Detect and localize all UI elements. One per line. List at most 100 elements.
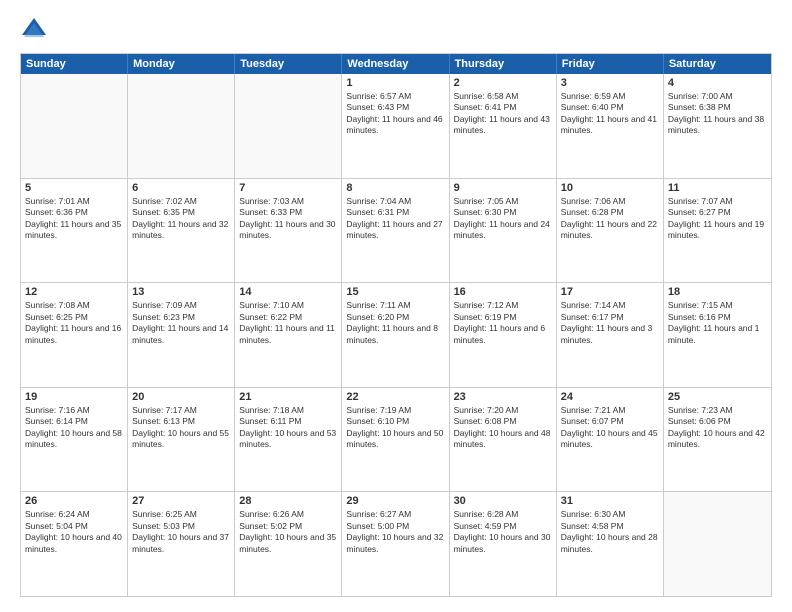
cell-info: Sunrise: 6:57 AM Sunset: 6:43 PM Dayligh… [346, 91, 444, 137]
calendar-cell: 10 Sunrise: 7:06 AM Sunset: 6:28 PM Dayli… [557, 179, 664, 283]
calendar-cell: 15 Sunrise: 7:11 AM Sunset: 6:20 PM Dayli… [342, 283, 449, 387]
cell-info: Sunrise: 6:27 AM Sunset: 5:00 PM Dayligh… [346, 509, 444, 555]
calendar-cell [128, 74, 235, 178]
calendar-cell: 3 Sunrise: 6:59 AM Sunset: 6:40 PM Daylig… [557, 74, 664, 178]
cell-info: Sunrise: 7:16 AM Sunset: 6:14 PM Dayligh… [25, 405, 123, 451]
cell-date: 22 [346, 391, 444, 403]
cell-info: Sunrise: 7:23 AM Sunset: 6:06 PM Dayligh… [668, 405, 767, 451]
calendar-cell: 17 Sunrise: 7:14 AM Sunset: 6:17 PM Dayli… [557, 283, 664, 387]
calendar-cell: 2 Sunrise: 6:58 AM Sunset: 6:41 PM Daylig… [450, 74, 557, 178]
cell-info: Sunrise: 6:30 AM Sunset: 4:58 PM Dayligh… [561, 509, 659, 555]
cell-info: Sunrise: 7:14 AM Sunset: 6:17 PM Dayligh… [561, 300, 659, 346]
calendar-cell: 4 Sunrise: 7:00 AM Sunset: 6:38 PM Daylig… [664, 74, 771, 178]
cell-date: 3 [561, 77, 659, 89]
week-5: 26 Sunrise: 6:24 AM Sunset: 5:04 PM Dayli… [21, 491, 771, 596]
cell-info: Sunrise: 7:08 AM Sunset: 6:25 PM Dayligh… [25, 300, 123, 346]
cell-date: 16 [454, 286, 552, 298]
cell-date: 30 [454, 495, 552, 507]
cell-date: 24 [561, 391, 659, 403]
calendar-cell: 19 Sunrise: 7:16 AM Sunset: 6:14 PM Dayli… [21, 388, 128, 492]
calendar-cell: 23Sunrise: 7:20 AM Sunset: 6:08 PM Dayli… [450, 388, 557, 492]
cell-date: 13 [132, 286, 230, 298]
cell-date: 17 [561, 286, 659, 298]
logo [20, 15, 52, 43]
day-header-sunday: Sunday [21, 54, 128, 74]
cell-info: Sunrise: 6:25 AM Sunset: 5:03 PM Dayligh… [132, 509, 230, 555]
cell-date: 25 [668, 391, 767, 403]
cell-date: 27 [132, 495, 230, 507]
calendar-cell: 1 Sunrise: 6:57 AM Sunset: 6:43 PM Daylig… [342, 74, 449, 178]
cell-date: 7 [239, 182, 337, 194]
cell-info: Sunrise: 7:18 AM Sunset: 6:11 PM Dayligh… [239, 405, 337, 451]
calendar-cell: 20 Sunrise: 7:17 AM Sunset: 6:13 PM Dayli… [128, 388, 235, 492]
cell-date: 2 [454, 77, 552, 89]
day-header-friday: Friday [557, 54, 664, 74]
cell-date: 15 [346, 286, 444, 298]
calendar-cell: 13 Sunrise: 7:09 AM Sunset: 6:23 PM Dayli… [128, 283, 235, 387]
cell-date: 29 [346, 495, 444, 507]
cell-info: Sunrise: 7:01 AM Sunset: 6:36 PM Dayligh… [25, 196, 123, 242]
cell-date: 10 [561, 182, 659, 194]
week-2: 5 Sunrise: 7:01 AM Sunset: 6:36 PM Daylig… [21, 178, 771, 283]
cell-info: Sunrise: 7:17 AM Sunset: 6:13 PM Dayligh… [132, 405, 230, 451]
calendar-cell: 7 Sunrise: 7:03 AM Sunset: 6:33 PM Daylig… [235, 179, 342, 283]
page: SundayMondayTuesdayWednesdayThursdayFrid… [0, 0, 792, 612]
day-header-thursday: Thursday [450, 54, 557, 74]
cell-info: Sunrise: 7:11 AM Sunset: 6:20 PM Dayligh… [346, 300, 444, 346]
cell-date: 4 [668, 77, 767, 89]
cell-date: 5 [25, 182, 123, 194]
cell-info: Sunrise: 7:03 AM Sunset: 6:33 PM Dayligh… [239, 196, 337, 242]
cell-date: 20 [132, 391, 230, 403]
week-3: 12 Sunrise: 7:08 AM Sunset: 6:25 PM Dayli… [21, 282, 771, 387]
cell-info: Sunrise: 6:58 AM Sunset: 6:41 PM Dayligh… [454, 91, 552, 137]
calendar-cell: 26 Sunrise: 6:24 AM Sunset: 5:04 PM Dayli… [21, 492, 128, 596]
cell-date: 12 [25, 286, 123, 298]
day-header-saturday: Saturday [664, 54, 771, 74]
day-header-tuesday: Tuesday [235, 54, 342, 74]
cell-info: Sunrise: 6:28 AM Sunset: 4:59 PM Dayligh… [454, 509, 552, 555]
calendar-cell: 22Sunrise: 7:19 AM Sunset: 6:10 PM Dayli… [342, 388, 449, 492]
cell-date: 6 [132, 182, 230, 194]
cell-info: Sunrise: 7:21 AM Sunset: 6:07 PM Dayligh… [561, 405, 659, 451]
week-1: 1 Sunrise: 6:57 AM Sunset: 6:43 PM Daylig… [21, 74, 771, 178]
calendar-cell: 31 Sunrise: 6:30 AM Sunset: 4:58 PM Dayli… [557, 492, 664, 596]
logo-icon [20, 15, 48, 43]
calendar-cell [235, 74, 342, 178]
calendar-cell: 29 Sunrise: 6:27 AM Sunset: 5:00 PM Dayli… [342, 492, 449, 596]
header [20, 15, 772, 43]
cell-date: 21 [239, 391, 337, 403]
calendar-cell: 12 Sunrise: 7:08 AM Sunset: 6:25 PM Dayli… [21, 283, 128, 387]
weeks: 1 Sunrise: 6:57 AM Sunset: 6:43 PM Daylig… [21, 74, 771, 596]
calendar-cell: 21 Sunrise: 7:18 AM Sunset: 6:11 PM Dayli… [235, 388, 342, 492]
calendar-cell: 14 Sunrise: 7:10 AM Sunset: 6:22 PM Dayli… [235, 283, 342, 387]
cell-info: Sunrise: 7:10 AM Sunset: 6:22 PM Dayligh… [239, 300, 337, 346]
cell-info: Sunrise: 7:02 AM Sunset: 6:35 PM Dayligh… [132, 196, 230, 242]
calendar-cell: 16 Sunrise: 7:12 AM Sunset: 6:19 PM Dayli… [450, 283, 557, 387]
cell-date: 11 [668, 182, 767, 194]
calendar-cell: 8Sunrise: 7:04 AM Sunset: 6:31 PM Daylig… [342, 179, 449, 283]
day-headers: SundayMondayTuesdayWednesdayThursdayFrid… [21, 54, 771, 74]
cell-info: Sunrise: 7:06 AM Sunset: 6:28 PM Dayligh… [561, 196, 659, 242]
calendar-cell: 25 Sunrise: 7:23 AM Sunset: 6:06 PM Dayli… [664, 388, 771, 492]
cell-date: 31 [561, 495, 659, 507]
cell-info: Sunrise: 7:12 AM Sunset: 6:19 PM Dayligh… [454, 300, 552, 346]
calendar-cell: 11Sunrise: 7:07 AM Sunset: 6:27 PM Dayli… [664, 179, 771, 283]
cell-info: Sunrise: 7:20 AM Sunset: 6:08 PM Dayligh… [454, 405, 552, 451]
calendar-cell: 9Sunrise: 7:05 AM Sunset: 6:30 PM Daylig… [450, 179, 557, 283]
cell-date: 9 [454, 182, 552, 194]
cell-info: Sunrise: 7:09 AM Sunset: 6:23 PM Dayligh… [132, 300, 230, 346]
cell-date: 14 [239, 286, 337, 298]
cell-info: Sunrise: 6:59 AM Sunset: 6:40 PM Dayligh… [561, 91, 659, 137]
calendar-cell: 27 Sunrise: 6:25 AM Sunset: 5:03 PM Dayli… [128, 492, 235, 596]
cell-info: Sunrise: 7:00 AM Sunset: 6:38 PM Dayligh… [668, 91, 767, 137]
cell-date: 19 [25, 391, 123, 403]
cell-info: Sunrise: 6:24 AM Sunset: 5:04 PM Dayligh… [25, 509, 123, 555]
cell-date: 1 [346, 77, 444, 89]
calendar-cell: 6 Sunrise: 7:02 AM Sunset: 6:35 PM Daylig… [128, 179, 235, 283]
cell-date: 26 [25, 495, 123, 507]
calendar-cell [21, 74, 128, 178]
calendar-cell [664, 492, 771, 596]
week-4: 19 Sunrise: 7:16 AM Sunset: 6:14 PM Dayli… [21, 387, 771, 492]
cell-info: Sunrise: 6:26 AM Sunset: 5:02 PM Dayligh… [239, 509, 337, 555]
cell-date: 18 [668, 286, 767, 298]
